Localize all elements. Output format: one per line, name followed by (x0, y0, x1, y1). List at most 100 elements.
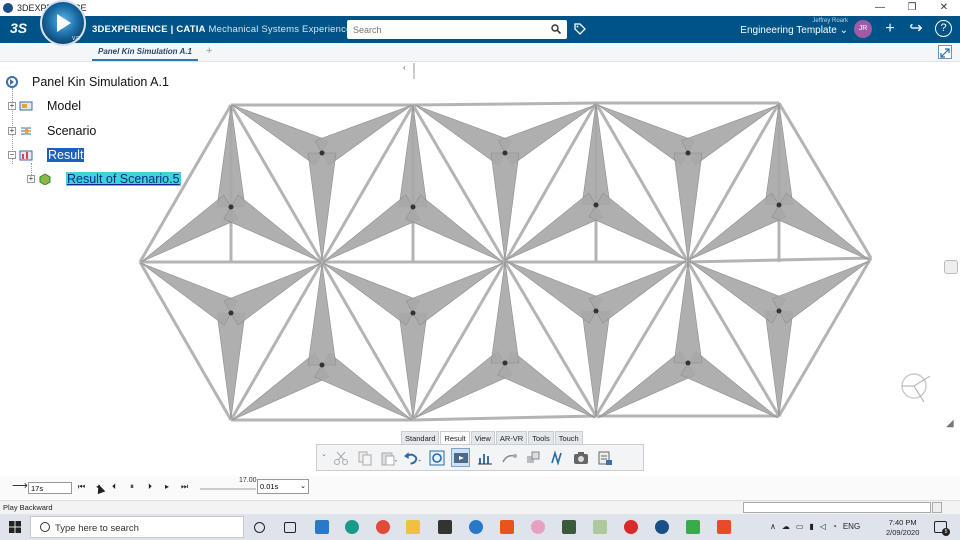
tag-icon[interactable] (573, 22, 587, 36)
task-view-icon[interactable] (284, 522, 296, 533)
file-explorer-icon[interactable] (406, 520, 420, 534)
tray-wifi-icon[interactable]: ◔ (832, 522, 837, 531)
tab-result[interactable]: Result (440, 431, 470, 445)
app-icon-red[interactable] (624, 520, 638, 534)
app-icon-pen[interactable] (593, 520, 607, 534)
notification-icon[interactable]: 5 (934, 521, 950, 536)
cut-icon[interactable] (331, 448, 350, 467)
report-icon[interactable] (595, 448, 614, 467)
add-icon[interactable]: + (881, 20, 899, 38)
panel-geometry-viewport[interactable] (130, 96, 880, 426)
simulation-icon (6, 76, 18, 88)
taskbar-search[interactable]: Type here to search (30, 516, 244, 538)
3dexperience-taskbar-icon[interactable] (655, 520, 669, 534)
comment-icon[interactable] (944, 260, 958, 274)
maximize-button[interactable]: ❐ (896, 0, 928, 16)
section-icon[interactable] (547, 448, 566, 467)
minimize-button[interactable]: — (864, 0, 896, 16)
add-tab-button[interactable]: + (206, 45, 212, 57)
tray-cloud-icon[interactable]: ☁ (782, 522, 790, 531)
tree-item-result[interactable]: − Result (8, 148, 85, 162)
hinge-point (502, 360, 508, 366)
play-forward-button[interactable]: ▸ (165, 482, 169, 491)
app-icon-pink[interactable] (531, 520, 545, 534)
app-icon-orange[interactable] (717, 520, 731, 534)
tab-standard[interactable]: Standard (401, 431, 440, 445)
mail-icon[interactable] (315, 520, 329, 534)
tree-item-scenario[interactable]: + Scenario (8, 124, 96, 138)
status-button[interactable] (932, 502, 942, 513)
step-forward-button[interactable]: ⏵ (148, 482, 152, 492)
hinge-point (410, 204, 416, 210)
expand-icon[interactable]: + (27, 175, 35, 183)
tab-tools[interactable]: Tools (528, 431, 554, 445)
office-icon[interactable] (500, 520, 514, 534)
edge-icon[interactable] (345, 520, 359, 534)
panel-face (405, 194, 504, 263)
panel-face (223, 194, 322, 263)
action-bar-menu-icon[interactable]: ⌄ (321, 450, 327, 458)
taskbar-clock[interactable]: 7:40 PM 2/09/2020 (886, 518, 919, 538)
tab-panel-kin-simulation[interactable]: Panel Kin Simulation A.1 (92, 43, 198, 61)
jump-end-button[interactable]: ⏭ (181, 482, 188, 492)
avatar[interactable]: JR (854, 20, 872, 38)
app-icon-blue[interactable] (469, 520, 483, 534)
pause-button[interactable]: ⏸ (130, 482, 134, 492)
update-icon[interactable] (427, 448, 446, 467)
resize-icon[interactable]: ◢ (946, 418, 954, 429)
help-icon[interactable]: ? (935, 20, 952, 37)
jump-start-button[interactable]: ⏮ (78, 482, 85, 492)
compass-icon[interactable]: V.R (40, 0, 86, 46)
step-backward-button[interactable]: ⏴ (112, 482, 116, 492)
status-input[interactable] (743, 502, 931, 513)
hinge-point (502, 150, 508, 156)
user-info[interactable]: Jeffrey Roark Engineering Template ⌄ (740, 18, 848, 36)
tray-mic-icon[interactable]: ▮ (809, 522, 813, 531)
tray-volume-icon[interactable]: ◁ (820, 522, 826, 531)
time-slider[interactable] (200, 488, 256, 490)
tab-touch[interactable]: Touch (554, 431, 583, 445)
tree-root[interactable]: Panel Kin Simulation A.1 (6, 75, 169, 89)
trace-icon[interactable] (499, 448, 518, 467)
tray-chevron-icon[interactable]: ∧ (770, 522, 776, 531)
app-icon-dark[interactable] (562, 520, 576, 534)
panel-separator[interactable] (413, 63, 415, 79)
search-icon[interactable] (551, 24, 561, 34)
copy-icon[interactable] (355, 448, 374, 467)
share-icon[interactable]: ↪ (907, 20, 925, 38)
chrome-icon[interactable] (376, 520, 390, 534)
template-selector[interactable]: Engineering Template ⌄ (740, 25, 848, 36)
brand-sub: Mechanical Systems Experience (205, 24, 352, 35)
capture-icon[interactable] (571, 448, 590, 467)
max-time-label: 17.00 (239, 477, 257, 484)
robot-compass-icon[interactable] (898, 368, 934, 404)
result-player-icon[interactable] (451, 448, 470, 467)
tray-network-icon[interactable]: ▭ (796, 522, 804, 531)
expand-icon[interactable]: + (8, 102, 16, 110)
store-icon[interactable] (438, 520, 452, 534)
expand-icon[interactable] (938, 45, 952, 59)
search-input[interactable] (347, 20, 537, 40)
tab-ar-vr[interactable]: AR-VR (495, 431, 528, 445)
tree-item-model[interactable]: + Model (8, 99, 81, 113)
cortana-icon[interactable] (254, 522, 265, 533)
tree-item-label: Result (47, 148, 85, 162)
paste-icon[interactable] (379, 448, 398, 467)
step-select[interactable]: 0.01s ⌄ (257, 479, 309, 494)
collapse-panel-icon[interactable]: ‹ (403, 63, 406, 72)
expand-icon[interactable]: + (8, 127, 16, 135)
swept-volume-icon[interactable] (523, 448, 542, 467)
app-icon-green[interactable] (686, 520, 700, 534)
close-button[interactable]: ✕ (928, 0, 960, 16)
ds-logo[interactable]: 3S (10, 20, 27, 36)
current-time-input[interactable] (28, 482, 72, 494)
app-root: 3DEXPERIENCE — ❐ ✕ 3S 3DEXPERIENCE | CAT… (0, 0, 960, 540)
windows-start-icon[interactable] (9, 521, 21, 533)
result-scenario-icon (39, 173, 51, 185)
hinge-point (410, 310, 416, 316)
undo-icon[interactable] (403, 448, 422, 467)
tray-lang[interactable]: ENG (843, 522, 860, 531)
collapse-icon[interactable]: − (8, 151, 16, 159)
tab-view[interactable]: View (470, 431, 495, 445)
chart-icon[interactable] (475, 448, 494, 467)
